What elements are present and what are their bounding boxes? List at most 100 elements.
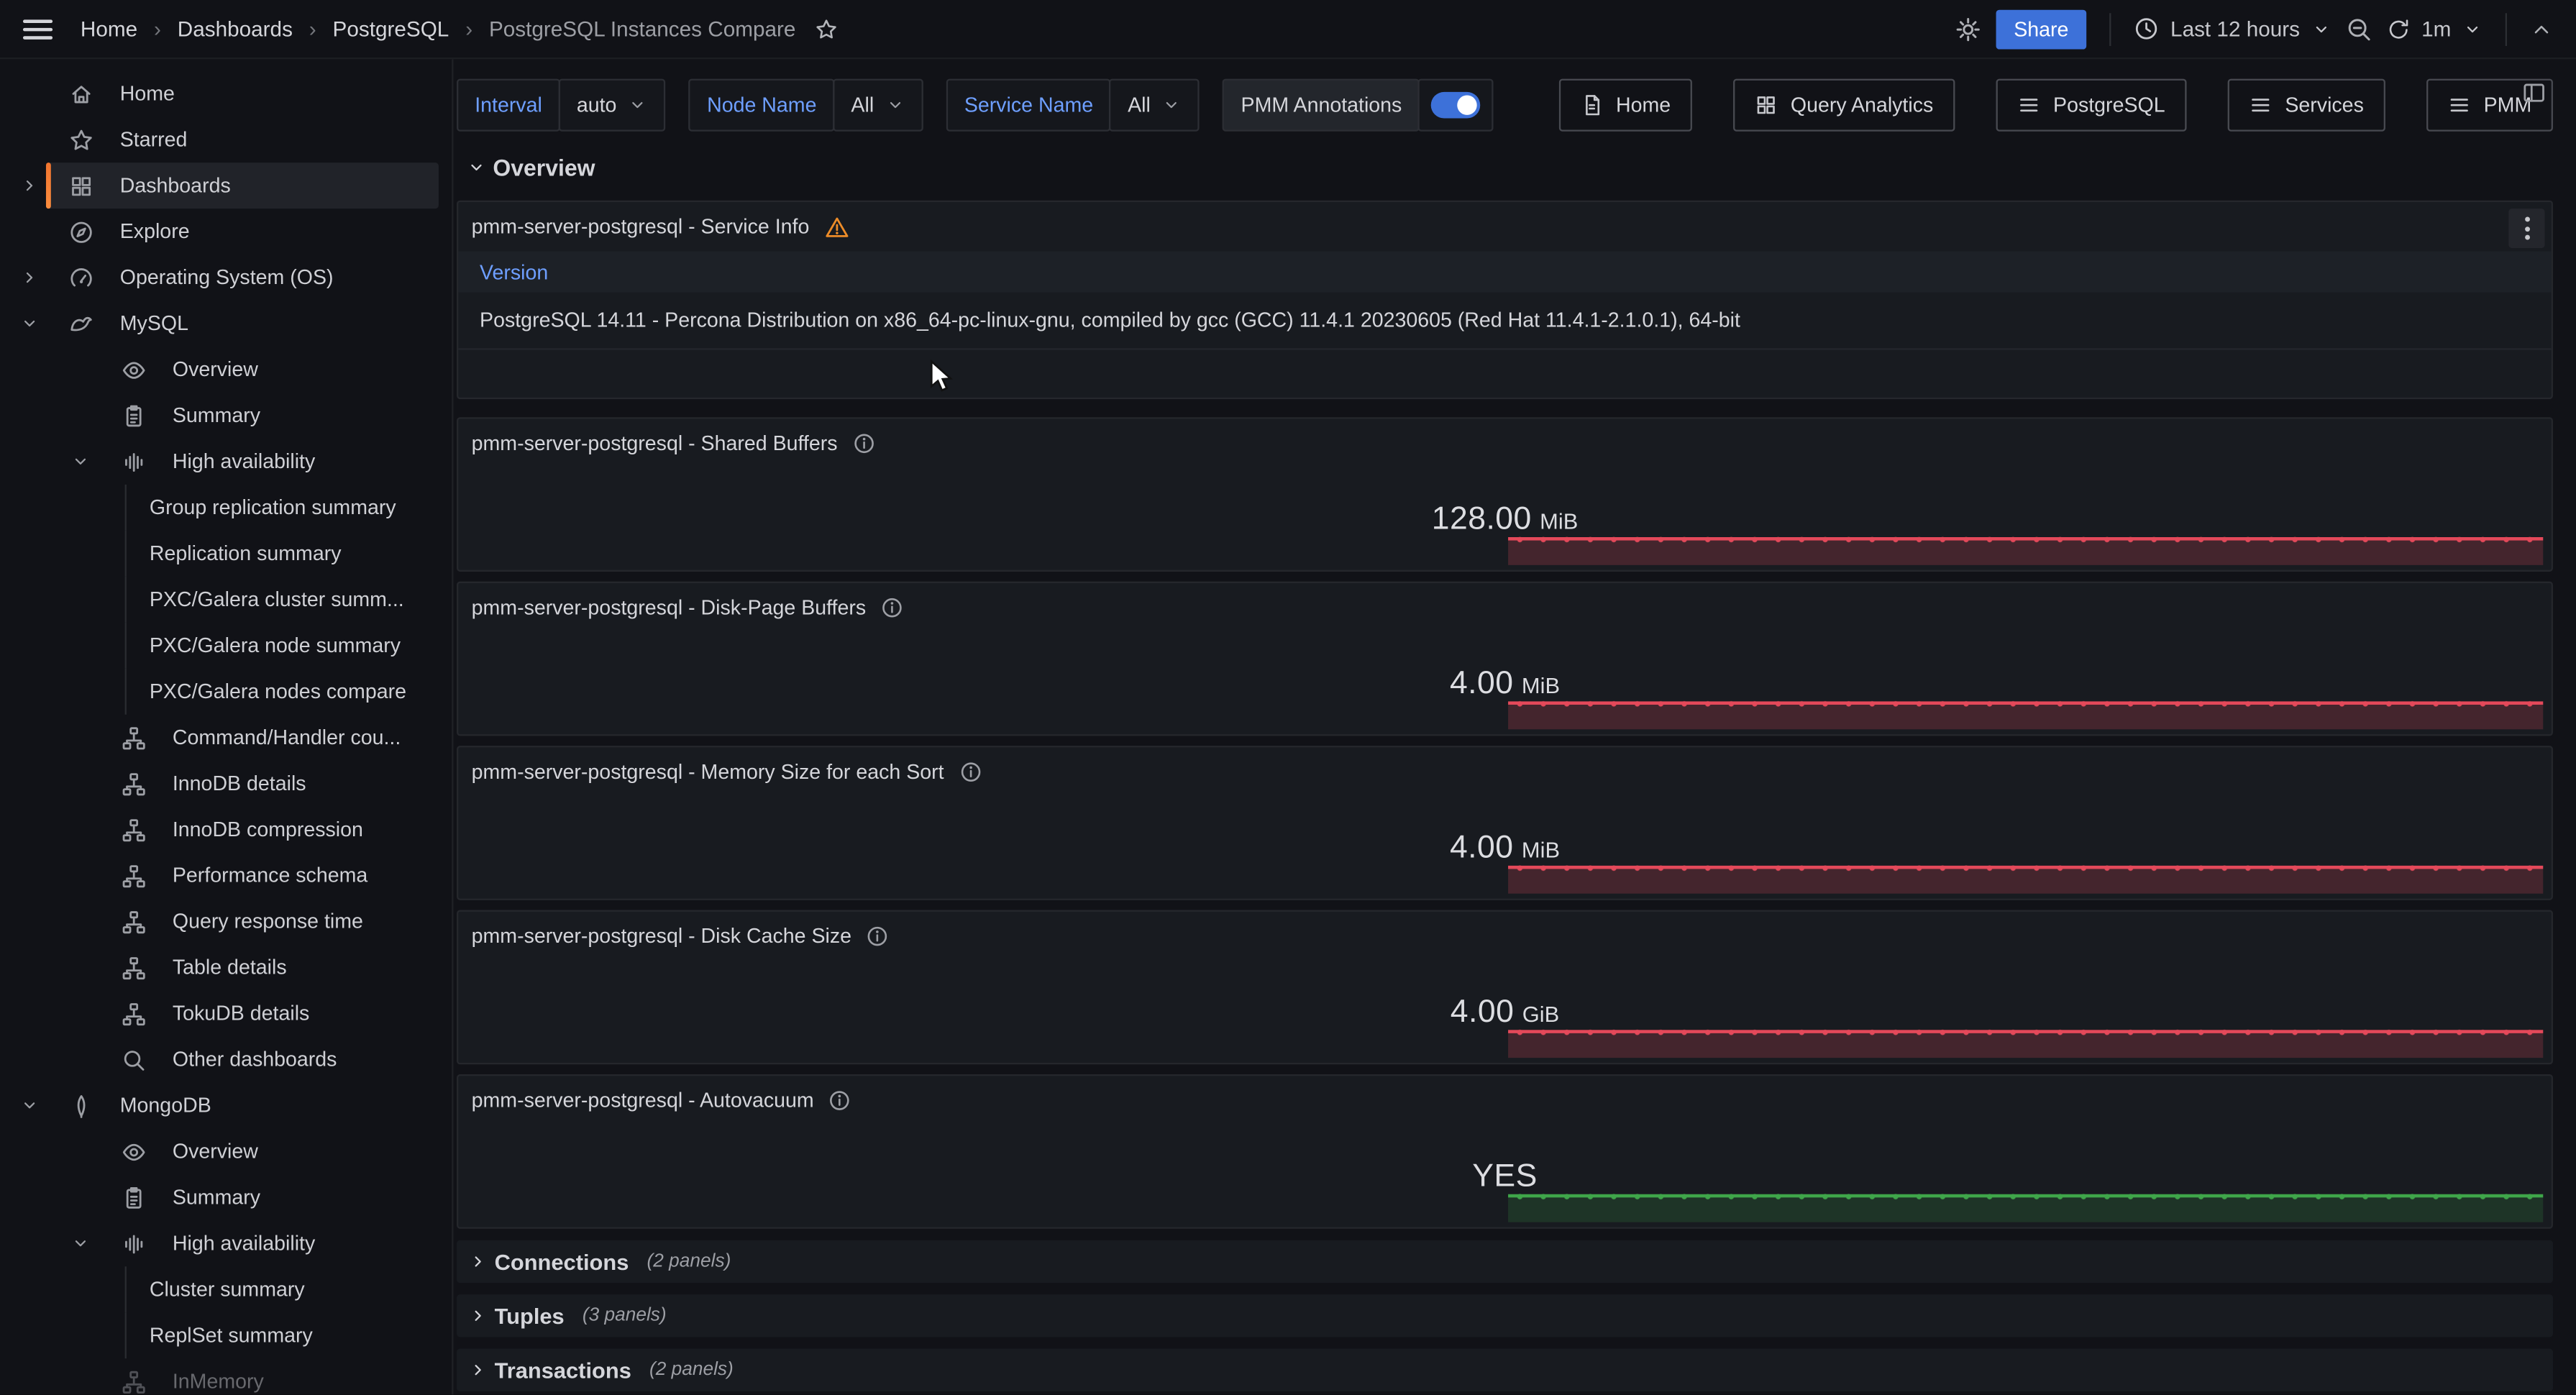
sidebar-item[interactable]: Group replication summary [0,485,452,531]
breadcrumb-separator-icon: › [465,17,472,41]
node-name-select[interactable]: All [833,79,923,132]
sidebar-item-label: Cluster summary [150,1278,305,1301]
link-button-icon [2017,93,2040,116]
sidebar-item[interactable]: Other dashboards [0,1036,452,1082]
info-icon[interactable] [867,925,890,948]
expand-chevron-icon[interactable] [19,175,39,195]
sidebar-item[interactable]: ReplSet summary [0,1312,452,1358]
panel-title[interactable]: pmm-server-postgresql - Disk-Page Buffer… [458,583,2551,633]
sidebar-item[interactable]: Home [0,70,452,116]
panel-title[interactable]: pmm-server-postgresql - Autovacuum [458,1076,2551,1125]
zoom-out-icon[interactable] [2346,16,2372,42]
sparkline [1508,1030,2543,1058]
service-name-select[interactable]: All [1110,79,1200,132]
sidebar-item[interactable]: Replication summary [0,531,452,577]
sparkline [1508,1194,2543,1222]
sidebar-item[interactable]: Performance schema [0,853,452,899]
sidebar-item[interactable]: Starred [0,116,452,163]
sidebar-item-label: High availability [173,450,315,473]
sidebar-item[interactable]: Summary [0,1174,452,1220]
info-icon[interactable] [881,596,904,619]
divider [2110,12,2111,45]
expand-chevron-icon[interactable] [19,267,39,287]
expand-chevron-icon[interactable] [70,1234,90,1253]
section-header-overview[interactable]: Overview [467,152,2576,182]
link-button-label: Query Analytics [1791,93,1933,116]
sidebar-item[interactable]: InnoDB compression [0,807,452,853]
info-icon[interactable] [959,761,982,784]
sidebar-item-label: Operating System (OS) [120,266,334,289]
stat-number: 4.00 [1451,994,1515,1030]
sidebar-item-icon [122,1139,146,1163]
pmm-annotations-toggle[interactable] [1418,79,1494,132]
favorite-star-icon[interactable] [816,17,839,40]
sidebar-item[interactable]: MongoDB [0,1082,452,1128]
panel-title[interactable]: pmm-server-postgresql - Disk Cache Size [458,912,2551,961]
expand-chevron-icon[interactable] [70,452,90,471]
stat-panel: pmm-server-postgresql - Disk-Page Buffer… [457,582,2553,736]
dashboard-link-button[interactable]: Query Analytics [1733,79,1955,132]
sidebar-item[interactable]: Table details [0,945,452,991]
breadcrumb-link[interactable]: Home [81,17,137,41]
sidebar-item[interactable]: PXC/Galera node summary [0,623,452,669]
mouse-cursor [930,360,963,395]
node-name-value: All [851,93,874,116]
breadcrumb-link[interactable]: Dashboards [178,17,293,41]
breadcrumb-link[interactable]: PostgreSQL Instances Compare [489,17,795,41]
warning-icon[interactable] [824,214,849,239]
service-name-label: Service Name [946,79,1112,132]
sidebar-item[interactable]: Operating System (OS) [0,255,452,301]
collapsed-section-row[interactable]: Connections (2 panels) [457,1240,2553,1283]
refresh-interval-label: 1m [2421,17,2451,41]
panel-title-text: pmm-server-postgresql - Service Info [472,215,810,238]
interval-select[interactable]: auto [559,79,666,132]
table-column-header[interactable]: Version [458,252,2551,293]
expand-chevron-icon[interactable] [19,314,39,333]
share-button[interactable]: Share [1996,9,2086,49]
breadcrumb-link[interactable]: PostgreSQL [333,17,449,41]
sidebar-item-icon [122,955,146,979]
dashboard-link-button[interactable]: PostgreSQL [1996,79,2186,132]
sidebar-item-label: Summary [173,1186,260,1209]
sidebar-item[interactable]: Summary [0,393,452,439]
time-range-picker[interactable]: Last 12 hours [2134,17,2331,41]
dashboard-link-button[interactable]: Home [1558,79,1692,132]
sidebar-item-label: High availability [173,1232,315,1255]
sidebar-item-label: Group replication summary [150,496,396,519]
info-icon[interactable] [828,1089,851,1112]
panel-menu-kebab-icon[interactable] [2508,209,2544,248]
sidebar-item[interactable]: MySQL [0,301,452,347]
sidebar-item-label: Command/Handler cou... [173,726,401,749]
info-icon[interactable] [852,432,875,455]
stat-unit: MiB [1522,838,1560,862]
sidebar-item[interactable]: Dashboards [0,163,452,209]
sidebar-item[interactable]: High availability [0,1220,452,1266]
sidebar-item[interactable]: PXC/Galera cluster summ... [0,577,452,623]
sidebar-item[interactable]: High availability [0,439,452,485]
panel-title[interactable]: pmm-server-postgresql - Memory Size for … [458,747,2551,797]
sidebar-item-label: InnoDB details [173,772,306,795]
sidebar-item[interactable]: Overview [0,1128,452,1174]
sidebar-item[interactable]: Query response time [0,899,452,945]
sidebar-item[interactable]: Overview [0,347,452,393]
dashboard-settings-gear-icon[interactable] [1955,16,1981,42]
refresh-picker[interactable]: 1m [2387,17,2483,41]
collapsed-section-row[interactable]: Transactions (2 panels) [457,1348,2553,1391]
sidebar-item[interactable]: InMemory [0,1358,452,1394]
sidebar-item[interactable]: PXC/Galera nodes compare [0,669,452,715]
sidebar-item[interactable]: TokuDB details [0,990,452,1036]
panel-title[interactable]: pmm-server-postgresql - Shared Buffers [458,419,2551,469]
dock-menu-icon[interactable] [2522,81,2547,105]
section-panel-count: (2 panels) [649,1360,734,1379]
sidebar-item[interactable]: Explore [0,209,452,255]
expand-chevron-icon[interactable] [19,1096,39,1115]
collapsed-section-row[interactable]: Tuples (3 panels) [457,1294,2553,1337]
sidebar-item[interactable]: Cluster summary [0,1266,452,1312]
menu-toggle-icon[interactable] [23,19,52,38]
panel-title[interactable]: pmm-server-postgresql - Service Info [458,202,2551,252]
collapse-topbar-caret-icon[interactable] [2530,17,2553,40]
chevron-down-icon [1162,95,1182,114]
dashboard-link-button[interactable]: Services [2227,79,2385,132]
sidebar-item[interactable]: InnoDB details [0,761,452,807]
sidebar-item[interactable]: Command/Handler cou... [0,715,452,761]
